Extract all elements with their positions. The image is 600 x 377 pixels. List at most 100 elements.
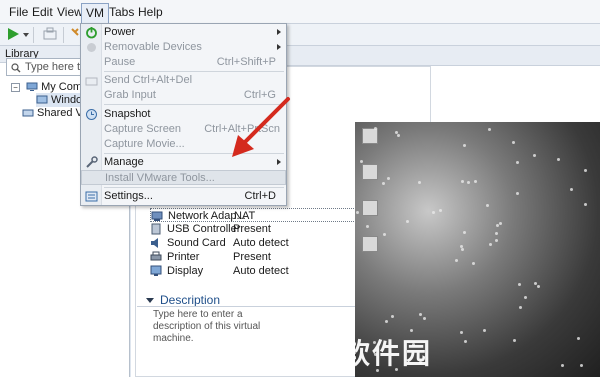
toolbar-separator: [63, 27, 64, 43]
menu-item-settings[interactable]: Settings... Ctrl+D: [81, 189, 286, 204]
rain-drop: [463, 231, 466, 234]
rain-drop: [461, 180, 464, 183]
vm-icon: [36, 95, 48, 105]
power-dropdown-arrow-icon[interactable]: [23, 33, 29, 37]
rain-drop: [406, 220, 409, 223]
menu-item-label: Manage: [104, 156, 144, 168]
device-name: Sound Card: [167, 237, 226, 249]
keyboard-icon: [85, 74, 98, 87]
menu-item-label: Grab Input: [104, 89, 156, 101]
rain-drop: [495, 239, 498, 242]
rain-drop: [460, 245, 463, 248]
rain-drop: [432, 211, 435, 214]
menu-item-label: Pause: [104, 56, 136, 68]
rain-drop: [395, 131, 398, 134]
description-placeholder[interactable]: Type here to enter a description of this…: [153, 309, 293, 345]
rain-drop: [418, 181, 421, 184]
rain-drop: [397, 134, 400, 137]
menu-item-pause[interactable]: Pause Ctrl+Shift+P: [81, 55, 286, 70]
rain-drop: [385, 320, 388, 323]
menu-item-power[interactable]: Power: [81, 25, 286, 40]
desktop-icon: [362, 164, 378, 180]
recycle-bin-icon: [362, 200, 378, 216]
menu-item-label: Power: [104, 26, 136, 38]
description-header[interactable]: Description: [146, 293, 220, 307]
rain-drop: [512, 141, 515, 144]
rain-drop: [534, 282, 537, 285]
rain-drop: [460, 331, 463, 334]
rain-drop: [439, 209, 442, 212]
rain-drop: [561, 364, 564, 367]
rain-drop: [455, 259, 458, 262]
rain-drop: [489, 243, 492, 246]
rain-drop: [366, 225, 369, 228]
power-on-button[interactable]: [6, 27, 22, 43]
search-icon: [11, 62, 21, 78]
rain-drop: [374, 127, 377, 130]
description-title: Description: [160, 293, 221, 307]
computer-icon: [26, 82, 38, 92]
rain-drop: [519, 306, 522, 309]
play-icon: [8, 28, 19, 40]
send-ctrl-alt-del-icon[interactable]: [42, 27, 58, 43]
desktop-icon: [362, 128, 378, 144]
submenu-arrow-icon: [277, 29, 281, 35]
device-value: NAT: [234, 210, 256, 222]
rain-drop: [356, 211, 359, 214]
rain-drop: [382, 182, 385, 185]
submenu-arrow-icon: [277, 44, 281, 50]
rain-drop: [488, 128, 491, 131]
shared-vms-icon: [22, 108, 34, 118]
settings-icon: [85, 190, 98, 203]
device-name: Display: [167, 265, 204, 277]
rain-drop: [360, 160, 363, 163]
menu-item-removable-devices[interactable]: Removable Devices: [81, 40, 286, 55]
menu-item-shortcut: Ctrl+Shift+P: [216, 56, 276, 68]
device-value: Auto detect: [233, 237, 289, 249]
rain-drop: [387, 177, 390, 180]
menu-item-shortcut: Ctrl+D: [244, 190, 276, 202]
rain-drop: [499, 222, 502, 225]
menu-item-send-ctrl-alt-del[interactable]: Send Ctrl+Alt+Del: [81, 73, 286, 88]
sound-card-icon: [150, 237, 162, 249]
menu-item-install-vmware-tools[interactable]: Install VMware Tools...: [81, 170, 286, 185]
rain-drop: [483, 329, 486, 332]
rain-drop: [495, 232, 498, 235]
menu-separator: [104, 71, 284, 72]
rain-drop: [419, 313, 422, 316]
rain-drop: [383, 233, 386, 236]
desktop-icon: [362, 236, 378, 252]
display-icon: [150, 265, 162, 277]
menu-help[interactable]: Help: [134, 3, 167, 21]
device-value: Auto detect: [233, 265, 289, 277]
rain-drop: [570, 188, 573, 191]
device-value: Present: [233, 223, 271, 235]
rain-drop: [516, 161, 519, 164]
rain-drop: [391, 315, 394, 318]
rain-drop: [557, 158, 560, 161]
rain-drop: [524, 296, 527, 299]
rain-drop: [577, 337, 580, 340]
device-name: USB Controller: [167, 223, 241, 235]
rain-drop: [537, 285, 540, 288]
wrench-icon: [85, 156, 98, 169]
rain-drop: [486, 204, 489, 207]
rain-drop: [580, 364, 583, 367]
printer-icon: [150, 251, 162, 263]
annotation-arrow-icon: [232, 97, 290, 157]
snapshot-clock-icon: [85, 108, 98, 121]
rain-drop: [474, 180, 477, 183]
rain-drop: [461, 248, 464, 251]
rain-drop: [584, 203, 587, 206]
rain-drop: [518, 283, 521, 286]
menu-item-label: Snapshot: [104, 108, 151, 120]
menu-item-label: Capture Screen: [104, 123, 182, 135]
menu-item-label: Capture Movie...: [104, 138, 185, 150]
rain-drop: [533, 154, 536, 157]
toolbar-separator: [33, 27, 34, 43]
menubar: File Edit View VM Tabs Help: [0, 0, 600, 24]
collapse-icon[interactable]: −: [11, 82, 20, 92]
menu-item-label: Removable Devices: [104, 41, 202, 53]
device-value: Present: [233, 251, 271, 263]
removable-devices-icon: [85, 41, 98, 54]
